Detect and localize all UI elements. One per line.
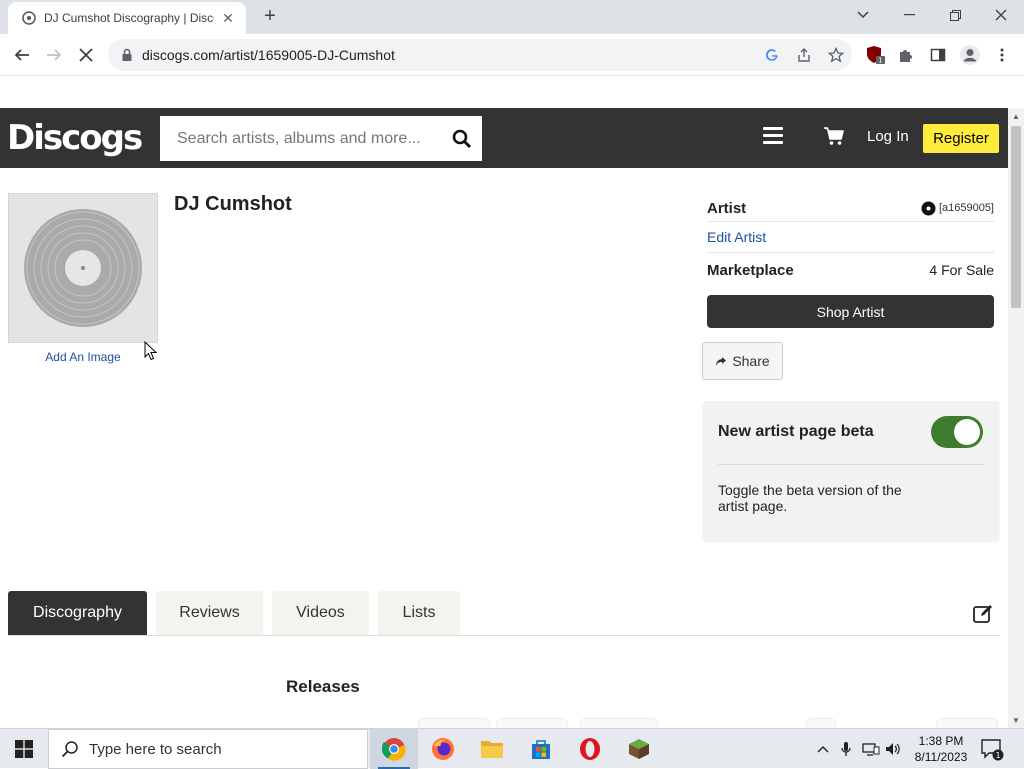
filter-chip[interactable]: [580, 718, 658, 728]
register-button[interactable]: Register: [923, 124, 999, 153]
file-explorer-taskbar-icon[interactable]: [468, 729, 516, 769]
shop-artist-button[interactable]: Shop Artist: [707, 295, 994, 328]
bookmark-star-icon[interactable]: [820, 41, 852, 69]
marketplace-label: Marketplace: [707, 261, 794, 279]
svg-text:1: 1: [995, 751, 1000, 760]
address-bar[interactable]: discogs.com/artist/1659005-DJ-Cumshot: [108, 39, 852, 71]
edit-pencil-icon[interactable]: [972, 603, 994, 625]
tab-reviews[interactable]: Reviews: [156, 591, 263, 635]
edit-artist-row: Edit Artist: [707, 222, 994, 252]
firefox-taskbar-icon[interactable]: [419, 729, 467, 769]
filter-chip[interactable]: [418, 718, 490, 728]
scroll-up-icon[interactable]: ▲: [1012, 112, 1020, 121]
svg-text:1: 1: [878, 57, 882, 65]
profile-avatar-icon[interactable]: [958, 43, 982, 67]
taskbar-search[interactable]: Type here to search: [48, 729, 368, 769]
share-label: Share: [732, 353, 770, 369]
tab-search-icon[interactable]: [840, 0, 886, 30]
stop-loading-icon[interactable]: [74, 43, 98, 67]
extensions-puzzle-icon[interactable]: [894, 43, 918, 67]
artist-label: Artist: [707, 199, 747, 217]
google-lens-icon[interactable]: [756, 41, 788, 69]
search-icon: [61, 741, 78, 758]
tab-lists[interactable]: Lists: [378, 591, 460, 635]
system-clock[interactable]: 1:38 PM 8/11/2023: [906, 733, 976, 765]
divider: [718, 464, 984, 465]
cart-icon[interactable]: [823, 126, 847, 150]
volume-icon[interactable]: [884, 729, 904, 769]
edit-artist-link[interactable]: Edit Artist: [707, 229, 766, 245]
share-icon: [716, 356, 727, 366]
show-hidden-icons-icon[interactable]: [814, 729, 832, 769]
search-icon[interactable]: [442, 116, 482, 161]
restore-icon[interactable]: [932, 0, 978, 30]
filter-chip[interactable]: [496, 718, 568, 728]
clock-time: 1:38 PM: [918, 734, 964, 748]
browser-toolbar: discogs.com/artist/1659005-DJ-Cumshot 1: [0, 34, 1024, 76]
browser-tab-strip: DJ Cumshot Discography | Disco ✕ +: [0, 0, 1024, 34]
url-text: discogs.com/artist/1659005-DJ-Cumshot: [142, 47, 395, 63]
artist-name-heading: DJ Cumshot: [174, 193, 292, 215]
beta-toggle[interactable]: [931, 416, 983, 448]
clock-date: 8/11/2023: [914, 750, 968, 764]
artist-id-text: [a1659005]: [938, 202, 994, 214]
page-scrollbar[interactable]: ▲ ▼: [1008, 108, 1024, 728]
discogs-logo[interactable]: Discogs: [7, 119, 143, 157]
close-tab-icon[interactable]: ✕: [220, 10, 236, 27]
toggle-knob: [954, 419, 980, 445]
discogs-favicon-icon: [22, 11, 36, 25]
browser-tab-title: DJ Cumshot Discography | Disco: [44, 11, 214, 25]
record-id-icon: [921, 201, 936, 215]
windows-taskbar: Type here to search 1:38 PM 8/11/2023 1: [0, 728, 1024, 769]
side-panel-icon[interactable]: [926, 43, 950, 67]
site-header: Discogs Log In Register: [0, 108, 1008, 168]
beta-title: New artist page beta: [718, 423, 874, 440]
scrollbar-thumb[interactable]: [1011, 126, 1021, 308]
chrome-taskbar-icon[interactable]: [370, 729, 418, 769]
microphone-icon[interactable]: [838, 729, 854, 769]
scroll-down-icon[interactable]: ▼: [1012, 716, 1020, 725]
share-button[interactable]: Share: [702, 342, 783, 380]
artist-id: [a1659005]: [921, 201, 994, 216]
marketplace-row: Marketplace 4 For Sale: [707, 253, 994, 287]
for-sale-count[interactable]: 4 For Sale: [929, 262, 994, 278]
browser-menu-icon[interactable]: [990, 43, 1014, 67]
browser-tab[interactable]: DJ Cumshot Discography | Disco ✕: [8, 2, 246, 34]
microsoft-store-taskbar-icon[interactable]: [517, 729, 565, 769]
login-link[interactable]: Log In: [867, 128, 909, 145]
windows-start-icon[interactable]: [0, 729, 48, 769]
minecraft-taskbar-icon[interactable]: [615, 729, 663, 769]
back-icon[interactable]: [10, 43, 34, 67]
tab-videos[interactable]: Videos: [272, 591, 369, 635]
share-page-icon[interactable]: [788, 41, 820, 69]
lock-icon: [122, 48, 132, 61]
search-input[interactable]: [160, 116, 442, 161]
tab-discography[interactable]: Discography: [8, 591, 147, 635]
artist-sidebar: Artist [a1659005] Edit Artist Marketplac…: [707, 195, 994, 287]
new-tab-icon[interactable]: +: [258, 4, 282, 28]
beta-panel: New artist page beta Toggle the beta ver…: [703, 401, 999, 541]
taskbar-search-placeholder: Type here to search: [89, 740, 222, 758]
filter-chip[interactable]: [806, 718, 836, 728]
network-icon[interactable]: [861, 729, 881, 769]
vinyl-record-icon: [24, 209, 142, 327]
minimize-icon[interactable]: [886, 0, 932, 30]
add-image-link[interactable]: Add An Image: [8, 350, 158, 364]
close-window-icon[interactable]: [978, 0, 1024, 30]
ublock-extension-icon[interactable]: 1: [864, 43, 888, 67]
mouse-cursor-icon: [144, 341, 158, 361]
artist-tabs: Discography Reviews Videos Lists: [8, 591, 1000, 636]
menu-hamburger-icon[interactable]: [763, 127, 783, 147]
beta-description: Toggle the beta version of the artist pa…: [718, 482, 902, 514]
artist-row: Artist [a1659005]: [707, 195, 994, 221]
forward-icon[interactable]: [42, 43, 66, 67]
opera-taskbar-icon[interactable]: [566, 729, 614, 769]
filter-chip[interactable]: [936, 718, 998, 728]
site-search: [160, 116, 482, 161]
notifications-icon[interactable]: 1: [980, 737, 1004, 761]
releases-heading: Releases: [286, 677, 360, 696]
artist-image-placeholder[interactable]: [8, 193, 158, 343]
page-top-space: [0, 77, 1024, 108]
